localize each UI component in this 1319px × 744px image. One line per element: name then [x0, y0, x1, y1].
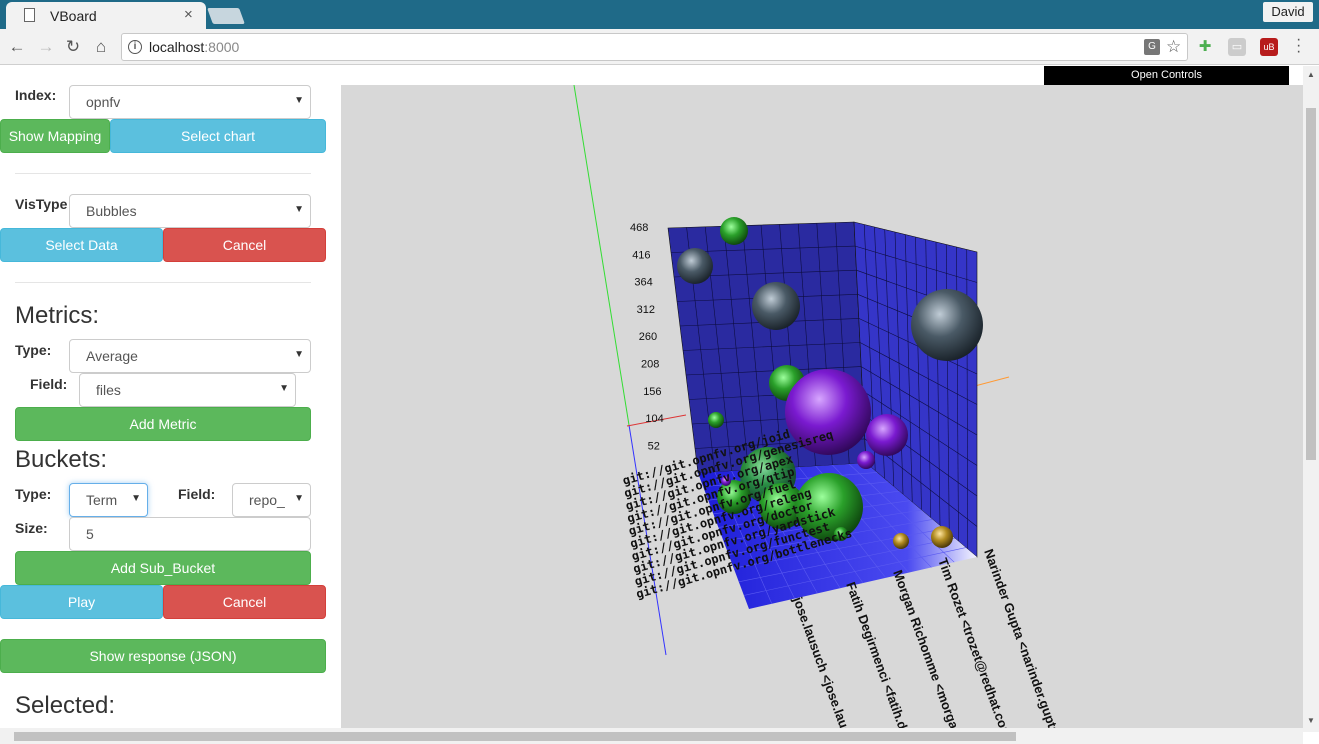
- extension-icon[interactable]: ✚: [1196, 38, 1214, 56]
- translate-icon[interactable]: G: [1144, 39, 1160, 55]
- cancel-play-button[interactable]: Cancel: [163, 585, 326, 619]
- horizontal-scroll-thumb[interactable]: [14, 732, 1016, 741]
- selected-heading: Selected:: [15, 692, 116, 719]
- bubble[interactable]: [931, 526, 953, 548]
- bubble[interactable]: [866, 414, 908, 456]
- metric-field-label: Field:: [30, 376, 68, 392]
- browser-tab-strip: VBoard × David: [0, 0, 1319, 29]
- star-icon[interactable]: ☆: [1166, 37, 1181, 57]
- show-response-button[interactable]: Show response (JSON): [0, 639, 326, 673]
- bubble[interactable]: [911, 289, 983, 361]
- vistype-select[interactable]: Bubbles ▼: [69, 194, 311, 228]
- add-metric-button[interactable]: Add Metric: [15, 407, 311, 441]
- profile-button[interactable]: David: [1263, 2, 1313, 22]
- control-panel: Index: opnfv ▼ Show Mapping Select chart …: [0, 66, 341, 732]
- y-axis-line: [573, 85, 630, 426]
- divider: [15, 282, 311, 283]
- y-tick-label: 260: [639, 331, 657, 343]
- chevron-down-icon: ▼: [294, 493, 304, 504]
- cancel-button[interactable]: Cancel: [163, 228, 326, 262]
- bucket-type-value: Term: [86, 492, 118, 508]
- menu-icon[interactable]: · · ·: [1296, 32, 1301, 60]
- browser-tab[interactable]: VBoard ×: [6, 2, 206, 29]
- y-tick-label: 104: [645, 413, 663, 425]
- bubble[interactable]: [677, 248, 713, 284]
- y-tick-label: 52: [648, 440, 660, 452]
- metric-type-value: Average: [86, 348, 138, 364]
- chart-canvas[interactable]: 468 416 364 312 260 208 156 104 52 git://git.opn…: [341, 85, 1303, 732]
- close-tab-icon[interactable]: ×: [184, 6, 193, 23]
- url-port: :8000: [204, 39, 240, 55]
- bubble[interactable]: [752, 282, 800, 330]
- select-chart-button[interactable]: Select chart: [110, 119, 326, 153]
- chevron-down-icon: ▼: [279, 383, 289, 394]
- bubble[interactable]: [857, 451, 875, 469]
- info-icon[interactable]: i: [128, 40, 142, 54]
- address-bar[interactable]: i localhost:8000 G ☆: [121, 33, 1188, 61]
- chevron-down-icon: ▼: [294, 95, 304, 106]
- y-tick-label: 208: [641, 359, 659, 371]
- metrics-heading: Metrics:: [15, 302, 99, 329]
- bucket-field-value: repo_: [249, 492, 285, 508]
- tab-title: VBoard: [50, 8, 97, 24]
- size-label: Size:: [15, 520, 48, 536]
- size-input[interactable]: 5: [69, 517, 311, 551]
- horizontal-scrollbar[interactable]: [0, 728, 1303, 744]
- cast-icon[interactable]: ▭: [1228, 38, 1246, 56]
- y-axis-ticks: 468 416 364 312 260 208 156 104 52: [630, 222, 664, 452]
- play-button[interactable]: Play: [0, 585, 163, 619]
- show-mapping-button[interactable]: Show Mapping: [0, 119, 110, 153]
- vistype-select-value: Bubbles: [86, 203, 137, 219]
- bucket-field-select[interactable]: repo_ ▼: [232, 483, 311, 517]
- back-icon[interactable]: ←: [7, 37, 27, 57]
- url-host: localhost: [149, 39, 205, 55]
- home-icon[interactable]: ⌂: [91, 37, 111, 57]
- metric-field-select[interactable]: files ▼: [79, 373, 296, 407]
- divider: [15, 173, 311, 174]
- add-sub-bucket-button[interactable]: Add Sub_Bucket: [15, 551, 311, 585]
- vertical-scroll-thumb[interactable]: [1306, 108, 1316, 460]
- bubble[interactable]: [720, 217, 748, 245]
- y-tick-label: 364: [634, 277, 652, 289]
- vistype-label: VisType: [15, 196, 68, 212]
- chevron-down-icon: ▼: [131, 493, 141, 504]
- scroll-down-icon[interactable]: ▼: [1307, 716, 1315, 725]
- y-tick-label: 312: [637, 304, 655, 316]
- open-controls-button[interactable]: Open Controls: [1044, 66, 1289, 85]
- y-tick-label: 468: [630, 222, 648, 234]
- browser-toolbar: ← → ↻ ⌂ i localhost:8000 G ☆ ✚ ▭ uB · · ·: [0, 29, 1319, 65]
- author-label: jose.lausuch <jose.lausu: [790, 594, 857, 732]
- index-select[interactable]: opnfv ▼: [69, 85, 311, 119]
- y-tick-label: 156: [643, 386, 661, 398]
- url-text: localhost:8000: [149, 39, 239, 55]
- page-content: Index: opnfv ▼ Show Mapping Select chart …: [0, 66, 1319, 744]
- select-data-button[interactable]: Select Data: [0, 228, 163, 262]
- bubble-chart-3d[interactable]: 468 416 364 312 260 208 156 104 52 git:/…: [341, 85, 1303, 732]
- y-tick-label: 416: [632, 249, 650, 261]
- chevron-down-icon: ▼: [294, 349, 304, 360]
- bubble[interactable]: [708, 412, 724, 428]
- page-icon: [24, 8, 35, 22]
- metric-field-value: files: [96, 382, 121, 398]
- ublock-icon[interactable]: uB: [1260, 38, 1278, 56]
- buckets-heading: Buckets:: [15, 446, 108, 473]
- forward-icon[interactable]: →: [36, 37, 56, 57]
- bucket-type-select[interactable]: Term ▼: [69, 483, 148, 517]
- metric-type-select[interactable]: Average ▼: [69, 339, 311, 373]
- vertical-scrollbar[interactable]: ▲ ▼: [1303, 66, 1319, 732]
- bucket-field-label: Field:: [178, 486, 216, 502]
- bucket-type-label: Type:: [15, 486, 52, 502]
- bubble[interactable]: [893, 533, 909, 549]
- new-tab-button[interactable]: [207, 8, 245, 24]
- chevron-down-icon: ▼: [294, 204, 304, 215]
- reload-icon[interactable]: ↻: [63, 37, 83, 57]
- metric-type-label: Type:: [15, 342, 52, 358]
- index-select-value: opnfv: [86, 94, 121, 110]
- scroll-up-icon[interactable]: ▲: [1307, 70, 1315, 79]
- index-label: Index:: [15, 87, 57, 103]
